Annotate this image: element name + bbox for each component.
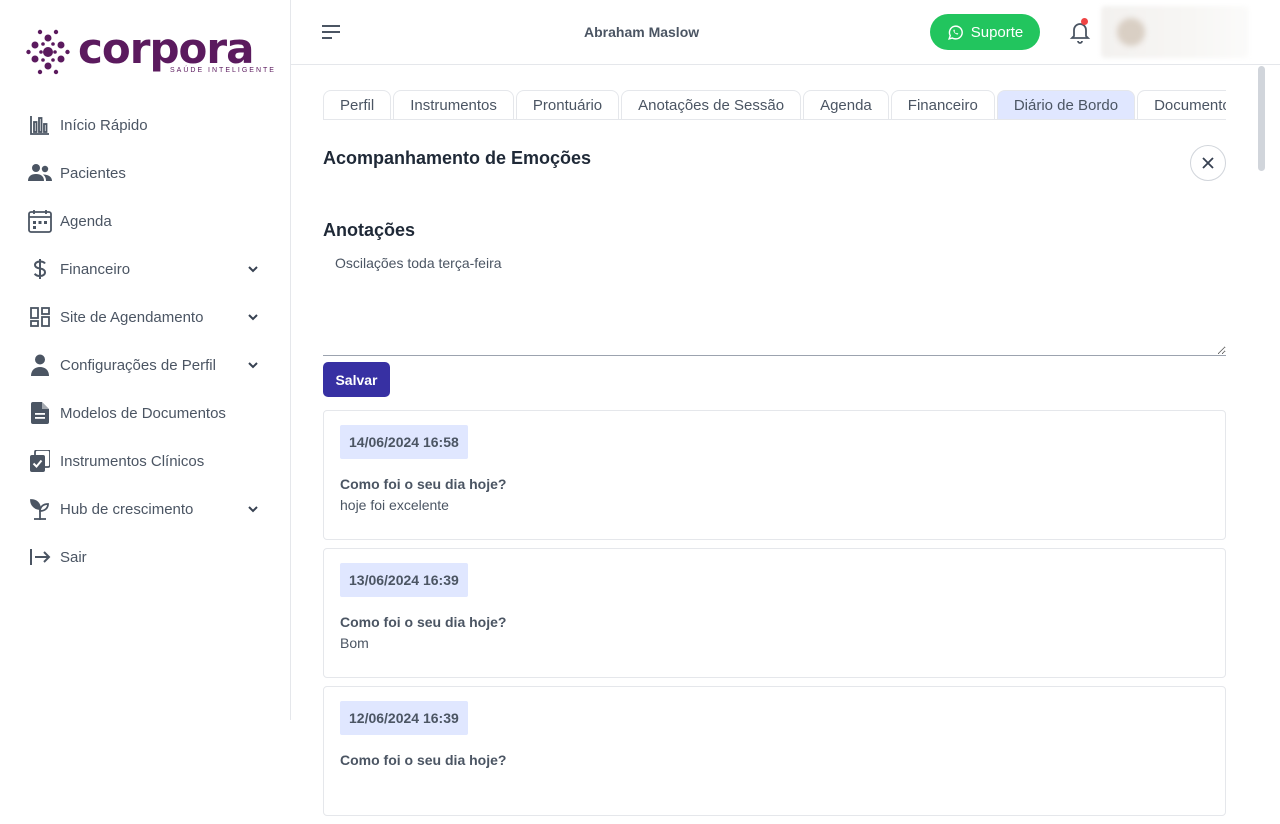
logout-icon [28, 545, 52, 569]
sidebar-item-label: Financeiro [60, 260, 131, 278]
chevron-down-icon[interactable] [246, 358, 260, 372]
tab-prontuario[interactable]: Prontuário [515, 90, 620, 119]
chevron-down-icon[interactable] [246, 262, 260, 276]
dashboard-icon [28, 305, 52, 329]
close-button[interactable] [1190, 145, 1226, 181]
tab-financeiro[interactable]: Financeiro [890, 90, 995, 119]
sidebar-item-agenda[interactable]: Agenda [0, 197, 290, 245]
chevron-down-icon[interactable] [246, 310, 260, 324]
entry-date: 12/06/2024 16:39 [340, 701, 468, 735]
sidebar-item-modelos-de-documentos[interactable]: Modelos de Documentos [0, 389, 290, 437]
tab-instrumentos[interactable]: Instrumentos [393, 90, 514, 119]
diary-entry: 14/06/2024 16:58 Como foi o seu dia hoje… [323, 410, 1226, 540]
user-icon [28, 353, 52, 377]
sidebar-item-hub-de-crescimento[interactable]: Hub de crescimento [0, 485, 290, 533]
entry-question: Como foi o seu dia hoje? [340, 752, 507, 768]
support-button[interactable]: Suporte [930, 14, 1040, 50]
chevron-down-icon[interactable] [246, 502, 260, 516]
sidebar-item-label: Pacientes [60, 164, 126, 182]
bar-chart-icon [28, 113, 52, 137]
patient-tabs: Perfil Instrumentos Prontuário Anotações… [323, 90, 1226, 120]
notes-label: Anotações [323, 220, 416, 240]
calendar-icon [28, 209, 52, 233]
tab-agenda[interactable]: Agenda [803, 90, 889, 119]
menu-icon[interactable] [320, 22, 342, 42]
avatar [1117, 18, 1145, 46]
top-header: Abraham Maslow Suporte [291, 0, 1280, 65]
tab-diario-de-bordo[interactable]: Diário de Bordo [996, 90, 1136, 119]
bell-icon[interactable] [1068, 20, 1092, 44]
document-icon [28, 401, 52, 425]
sidebar-item-label: Sair [60, 548, 87, 566]
entry-question: Como foi o seu dia hoje? [340, 476, 507, 492]
sprout-icon [28, 497, 52, 521]
sidebar-item-label: Modelos de Documentos [60, 404, 226, 422]
diary-entries: 14/06/2024 16:58 Como foi o seu dia hoje… [323, 410, 1226, 824]
tab-perfil[interactable]: Perfil [323, 90, 392, 119]
sidebar-item-label: Início Rápido [60, 116, 148, 134]
sidebar-item-pacientes[interactable]: Pacientes [0, 149, 290, 197]
brand-tagline: SAÚDE INTELIGENTE [170, 67, 276, 74]
dollar-icon [28, 257, 52, 281]
whatsapp-icon [947, 24, 963, 40]
sidebar-item-label: Site de Agendamento [60, 308, 204, 326]
diary-entry: 13/06/2024 16:39 Como foi o seu dia hoje… [323, 548, 1226, 678]
sidebar-item-label: Instrumentos Clínicos [60, 452, 205, 470]
entry-question: Como foi o seu dia hoje? [340, 614, 507, 630]
notes-textarea[interactable]: Oscilações toda terça-feira [323, 246, 1226, 356]
sidebar-item-inicio-rapido[interactable]: Início Rápido [0, 101, 290, 149]
diary-entry: 12/06/2024 16:39 Como foi o seu dia hoje… [323, 686, 1226, 816]
logo-mark-icon [26, 29, 70, 75]
tab-anotacoes-de-sessao[interactable]: Anotações de Sessão [621, 90, 802, 119]
users-icon [28, 161, 52, 185]
patient-name: Abraham Maslow [584, 24, 700, 40]
support-label: Suporte [970, 23, 1024, 41]
scrollbar[interactable] [1258, 66, 1265, 171]
sidebar-item-label: Configurações de Perfil [60, 356, 216, 374]
sidebar: corpora SAÚDE INTELIGENTE Início Rápido … [0, 0, 291, 720]
section-title: Acompanhamento de Emoções [323, 148, 592, 168]
sidebar-item-financeiro[interactable]: Financeiro [0, 245, 290, 293]
save-button[interactable]: Salvar [323, 362, 390, 397]
sidebar-item-sair[interactable]: Sair [0, 533, 290, 581]
sidebar-item-label: Agenda [60, 212, 112, 230]
sidebar-item-configuracoes-de-perfil[interactable]: Configurações de Perfil [0, 341, 290, 389]
clipboard-check-icon [28, 449, 52, 473]
sidebar-nav: Início Rápido Pacientes Agenda Financeir… [0, 101, 290, 581]
entry-answer: Bom [340, 635, 369, 651]
sidebar-item-label: Hub de crescimento [60, 500, 194, 518]
tab-documentos[interactable]: Documentos [1137, 90, 1226, 119]
entry-date: 14/06/2024 16:58 [340, 425, 468, 459]
brand-logo[interactable]: corpora SAÚDE INTELIGENTE [26, 28, 276, 76]
entry-answer: hoje foi excelente [340, 497, 449, 513]
sidebar-item-instrumentos-clinicos[interactable]: Instrumentos Clínicos [0, 437, 290, 485]
brand-name: corpora [78, 24, 254, 73]
entry-date: 13/06/2024 16:39 [340, 563, 468, 597]
sidebar-item-site-de-agendamento[interactable]: Site de Agendamento [0, 293, 290, 341]
notification-dot [1081, 18, 1088, 25]
close-icon [1202, 157, 1214, 169]
